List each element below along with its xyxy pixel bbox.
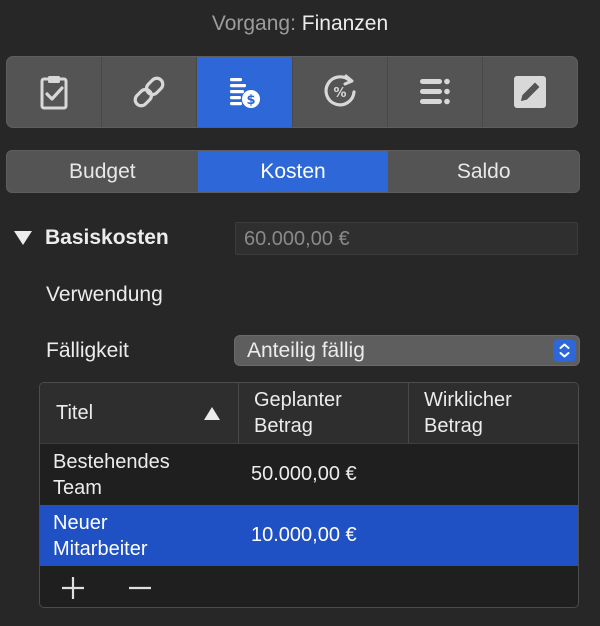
disclosure-triangle-icon[interactable] (14, 231, 32, 245)
table-footer (40, 566, 578, 607)
tab-list[interactable] (388, 57, 483, 127)
verwendung-label: Verwendung (46, 283, 163, 306)
tab-task-info[interactable] (7, 57, 103, 127)
tab-links[interactable] (102, 57, 198, 127)
column-header-geplanter-betrag[interactable]: Geplanter Betrag (238, 383, 408, 443)
table-row-selected[interactable]: Neuer Mitarbeiter 10.000,00 € (40, 505, 578, 566)
row-title: Neuer Mitarbeiter (53, 511, 148, 560)
title-value: Finanzen (301, 12, 389, 35)
row-planned-amount: 50.000,00 € (251, 463, 357, 485)
cost-table: Titel Geplanter Betrag Wirklicher Betrag B… (39, 382, 579, 608)
table-header: Titel Geplanter Betrag Wirklicher Betrag (40, 383, 578, 444)
column-header-wirklicher-betrag[interactable]: Wirklicher Betrag (408, 383, 578, 443)
remove-row-button[interactable] (123, 571, 157, 605)
tab-progress[interactable]: % (293, 57, 388, 127)
percent-progress-icon: % (324, 74, 356, 107)
basiskosten-field: 60.000,00 € (235, 222, 578, 255)
inspector-icon-bar: $ % (6, 56, 578, 128)
table-row[interactable]: Bestehendes Team 50.000,00 € (40, 444, 578, 505)
svg-text:%: % (333, 86, 346, 101)
basiskosten-label: Basiskosten (45, 226, 169, 249)
svg-text:$: $ (247, 93, 256, 108)
tab-notes[interactable] (483, 57, 577, 127)
finance-tabs: Budget Kosten Saldo (6, 150, 580, 193)
plus-icon (62, 576, 84, 599)
finance-icon: $ (230, 78, 261, 108)
basiskosten-header[interactable]: Basiskosten (14, 226, 169, 250)
faelligkeit-value: Anteilig fällig (247, 339, 365, 362)
row-planned-amount: 10.000,00 € (251, 524, 357, 546)
minus-icon (129, 586, 151, 589)
faelligkeit-label: Fälligkeit (46, 339, 129, 362)
inspector-title: Vorgang: Finanzen (0, 12, 600, 36)
add-row-button[interactable] (56, 571, 90, 605)
tab-saldo[interactable]: Saldo (388, 151, 579, 192)
faelligkeit-select[interactable]: Anteilig fällig (234, 335, 580, 366)
sort-ascending-icon (204, 407, 220, 420)
column-header-titel[interactable]: Titel (40, 383, 238, 443)
list-icon (419, 78, 450, 105)
edit-icon (513, 76, 546, 108)
row-title: Bestehendes Team (53, 450, 170, 499)
tab-finances[interactable]: $ (197, 57, 293, 127)
tab-kosten[interactable]: Kosten (197, 151, 389, 192)
title-label: Vorgang: (211, 12, 296, 35)
clipboard-check-icon (40, 76, 68, 110)
select-stepper-icon (553, 339, 576, 362)
tab-budget[interactable]: Budget (7, 151, 198, 192)
link-icon (133, 76, 165, 108)
